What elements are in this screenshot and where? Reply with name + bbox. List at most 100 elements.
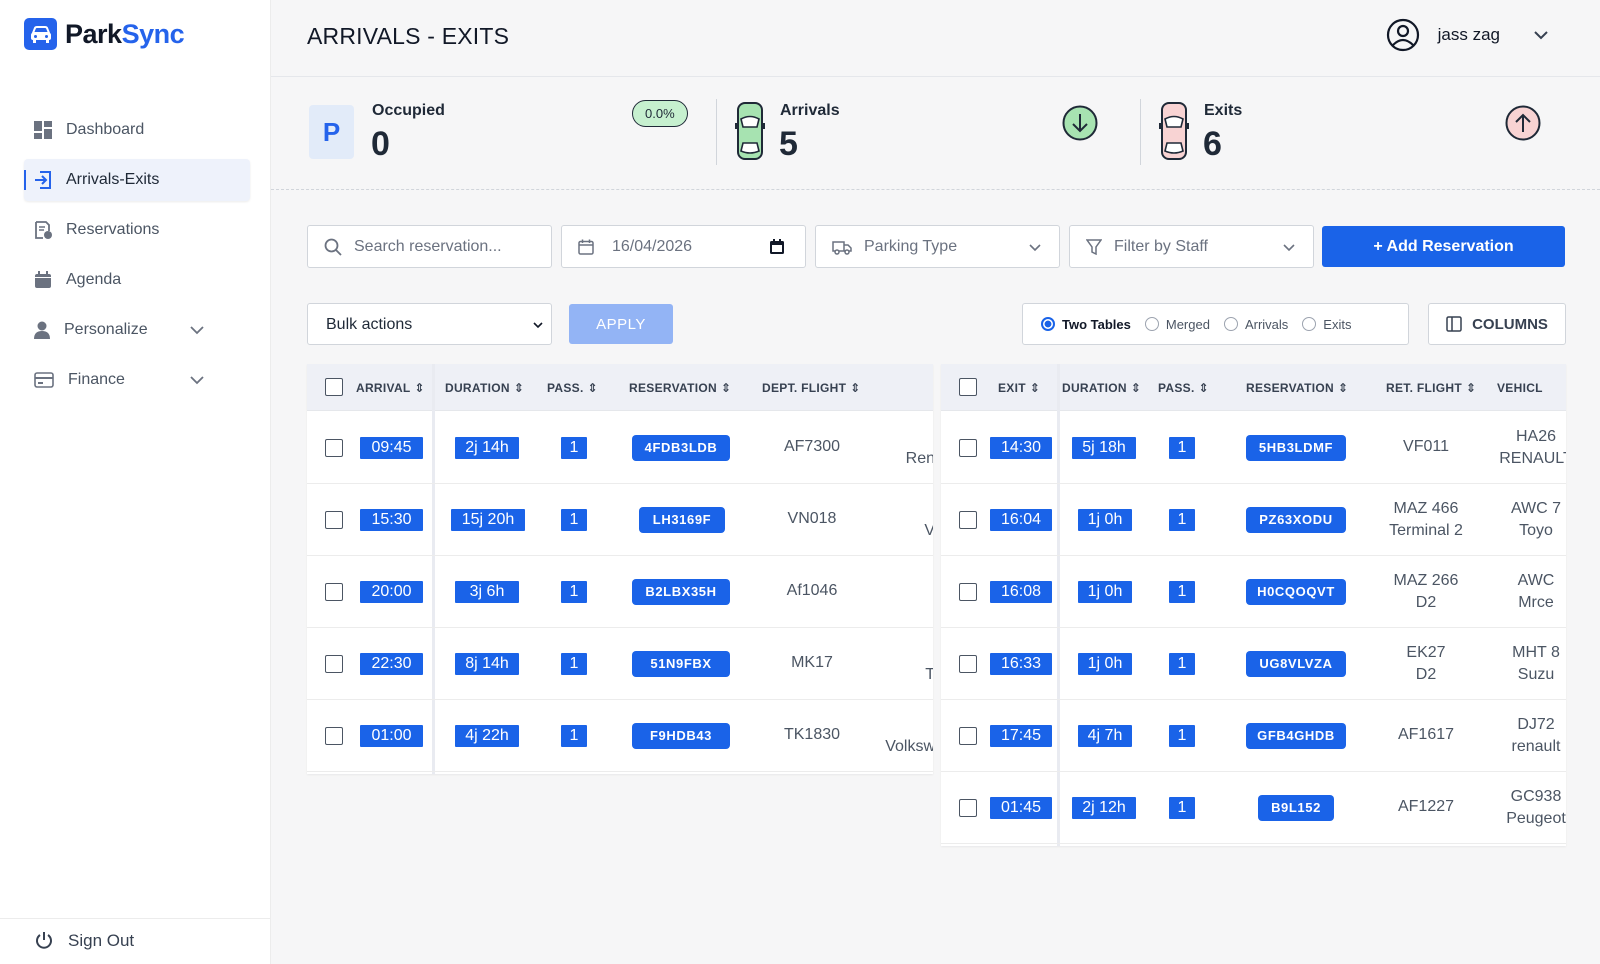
occupied-stat: P Occupied 0 0.0% <box>271 77 701 190</box>
column-header-reservation[interactable]: RESERVATION ⇕ <box>629 381 731 395</box>
reservation-code-badge[interactable]: F9HDB43 <box>632 723 730 749</box>
reservation-code-badge[interactable]: LH3169F <box>639 507 725 533</box>
row-checkbox[interactable] <box>959 439 977 457</box>
radio-dot <box>1041 317 1055 331</box>
table-row[interactable]: 14:30 5j 18h 1 5HB3LDMF VF011 HA26 RENAULT <box>941 412 1566 484</box>
column-header-duration[interactable]: DURATION ⇕ <box>445 381 524 395</box>
sidebar-item-agenda[interactable]: Agenda <box>24 259 250 301</box>
add-reservation-button[interactable]: + Add Reservation <box>1322 226 1565 267</box>
table-row[interactable]: 16:33 1j 0h 1 UG8VLVZA EK27 D2 MHT 8 Suzu <box>941 628 1566 700</box>
column-header-pass[interactable]: PASS. ⇕ <box>1158 381 1209 395</box>
chevron-down-icon[interactable] <box>1532 26 1550 44</box>
sort-icon: ⇕ <box>1198 381 1209 395</box>
passenger-count-badge: 1 <box>1169 509 1195 531</box>
parking-type-select[interactable]: Parking Type <box>815 225 1060 268</box>
dashboard-icon <box>34 121 52 139</box>
row-checkbox[interactable] <box>325 439 343 457</box>
sign-out-button[interactable]: Sign Out <box>0 918 271 964</box>
apply-button[interactable]: APPLY <box>569 304 673 344</box>
reservation-code-badge[interactable]: 5HB3LDMF <box>1246 435 1346 461</box>
arrow-up-circle-icon <box>1505 105 1541 141</box>
user-circle-icon <box>1386 18 1419 52</box>
row-checkbox[interactable] <box>325 511 343 529</box>
chevron-down-icon <box>190 326 204 335</box>
row-checkbox[interactable] <box>325 727 343 745</box>
table-row[interactable]: 17:45 4j 7h 1 GFB4GHDB AF1617 DJ72 renault <box>941 700 1566 772</box>
column-header-vehicle[interactable]: VEHICL <box>1497 381 1543 395</box>
duration-badge: 1j 0h <box>1078 581 1132 603</box>
reservation-code-badge[interactable]: H0CQOQVT <box>1246 579 1346 605</box>
radio-dot <box>1223 317 1238 331</box>
select-all-checkbox[interactable] <box>325 378 343 396</box>
duration-badge: 2j 14h <box>455 437 519 459</box>
occupied-value: 0 <box>371 125 390 163</box>
column-header-duration[interactable]: DURATION ⇕ <box>1062 381 1141 395</box>
sort-icon: ⇕ <box>850 381 861 395</box>
column-header-arrival[interactable]: ARRIVAL ⇕ <box>356 381 425 395</box>
table-row[interactable]: 20:00 3j 6h 1 B2LBX35H Af1046 <box>307 556 933 628</box>
radio-two-tables[interactable]: Two Tables <box>1041 317 1131 332</box>
date-picker[interactable]: 16/04/2026 <box>561 225 806 268</box>
sidebar-item-arrivals-exits[interactable]: Arrivals-Exits <box>24 159 250 201</box>
row-checkbox[interactable] <box>959 799 977 817</box>
reservation-code-badge[interactable]: 4FDB3LDB <box>632 435 730 461</box>
occupied-label: Occupied <box>372 102 445 119</box>
ret-flight: EK27 <box>1406 644 1446 661</box>
date-value: 16/04/2026 <box>612 237 693 255</box>
table-row[interactable]: 01:00 4j 22h 1 F9HDB43 TK1830 Volksw <box>307 700 933 772</box>
columns-button[interactable]: COLUMNS <box>1428 303 1566 345</box>
reservation-code-badge[interactable]: B2LBX35H <box>632 579 730 605</box>
table-row[interactable]: 22:30 8j 14h 1 51N9FBX MK17 T <box>307 628 933 700</box>
staff-filter-select[interactable]: Filter by Staff <box>1069 225 1314 268</box>
table-row[interactable]: 16:08 1j 0h 1 H0CQOQVT MAZ 266 D2 AWC Mrce <box>941 556 1566 628</box>
bulk-actions-select[interactable]: Bulk actions <box>307 303 552 345</box>
vehicle-model: Peugeot <box>1506 810 1566 827</box>
column-header-pass[interactable]: PASS. ⇕ <box>547 381 598 395</box>
radio-merged[interactable]: Merged <box>1144 317 1210 332</box>
row-checkbox[interactable] <box>325 583 343 601</box>
reservation-code-badge[interactable]: GFB4GHDB <box>1246 723 1346 749</box>
passenger-count-badge: 1 <box>561 581 587 603</box>
sidebar-item-finance[interactable]: Finance <box>24 359 250 401</box>
column-header-reservation[interactable]: RESERVATION ⇕ <box>1246 381 1348 395</box>
sidebar-item-personalize[interactable]: Personalize <box>24 309 250 351</box>
sidebar-item-reservations[interactable]: Reservations <box>24 209 250 251</box>
row-checkbox[interactable] <box>959 583 977 601</box>
columns-icon <box>1446 316 1462 332</box>
radio-exits[interactable]: Exits <box>1302 317 1351 332</box>
column-header-exit[interactable]: EXIT ⇕ <box>998 381 1040 395</box>
duration-badge: 1j 0h <box>1078 509 1132 531</box>
column-header-dept-flight[interactable]: DEPT. FLIGHT ⇕ <box>762 381 861 395</box>
sidebar-item-dashboard[interactable]: Dashboard <box>24 109 250 151</box>
select-all-checkbox[interactable] <box>959 378 977 396</box>
search-input[interactable]: Search reservation... <box>307 225 552 268</box>
row-checkbox[interactable] <box>959 727 977 745</box>
table-row[interactable]: 16:04 1j 0h 1 PZ63XODU MAZ 466 Terminal 2 AWC … <box>941 484 1566 556</box>
reservation-code-badge[interactable]: 51N9FBX <box>632 651 730 677</box>
row-checkbox[interactable] <box>325 655 343 673</box>
calendar-picker-icon[interactable] <box>769 239 785 255</box>
user-menu[interactable]: jass zag <box>1386 18 1550 52</box>
row-checkbox[interactable] <box>959 511 977 529</box>
ret-flight: AF1617 <box>1397 726 1455 743</box>
app-logo[interactable]: ParkSync <box>24 18 185 50</box>
row-checkbox[interactable] <box>959 655 977 673</box>
column-header-ret-flight[interactable]: RET. FLIGHT ⇕ <box>1386 381 1476 395</box>
reservation-code-badge[interactable]: UG8VLVZA <box>1246 651 1346 677</box>
table-row[interactable]: 01:45 2j 12h 1 B9L152 AF1227 GC938 Peugeot <box>941 772 1566 844</box>
vehicle-model: renault <box>1511 738 1561 755</box>
table-row[interactable]: 09:45 2j 14h 1 4FDB3LDB AF7300 Ren <box>307 412 933 484</box>
view-mode-radio-group: Two Tables Merged Arrivals Exits <box>1022 303 1409 345</box>
car-logo-icon <box>24 18 57 50</box>
vehicle-cell: Volksw <box>885 738 933 755</box>
reservation-code-badge[interactable]: B9L152 <box>1258 795 1334 821</box>
chevron-down-icon <box>533 322 543 329</box>
passenger-count-badge: 1 <box>1169 581 1195 603</box>
exit-time-badge: 16:33 <box>990 653 1052 675</box>
table-row[interactable]: 15:30 15j 20h 1 LH3169F VN018 V <box>307 484 933 556</box>
radio-arrivals[interactable]: Arrivals <box>1223 317 1288 332</box>
passenger-count-badge: 1 <box>561 653 587 675</box>
reservation-code-badge[interactable]: PZ63XODU <box>1246 507 1346 533</box>
ret-flight-terminal: D2 <box>1415 594 1437 611</box>
exit-time-badge: 16:08 <box>990 581 1052 603</box>
